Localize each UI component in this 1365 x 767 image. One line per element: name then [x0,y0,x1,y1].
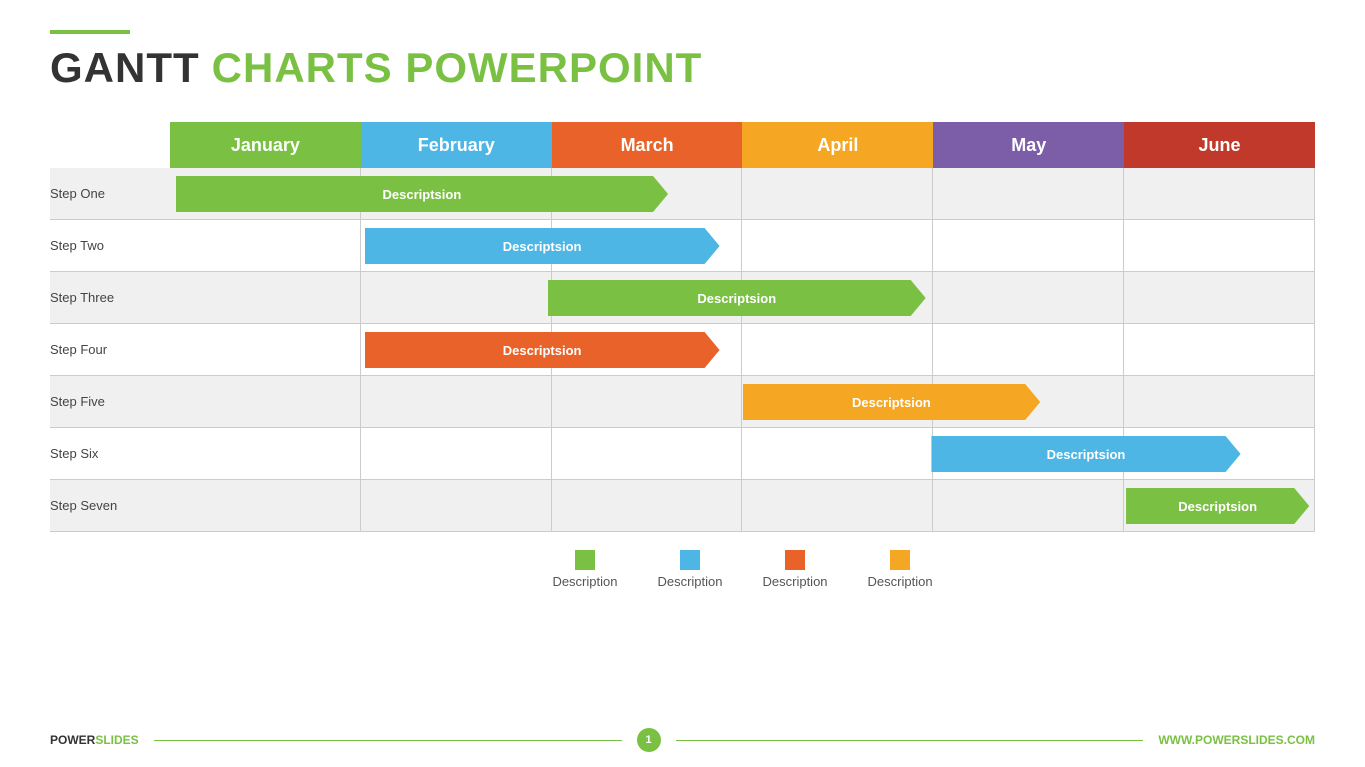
title-rest: CHARTS POWERPOINT [212,44,703,92]
row-5: Descriptsion [170,376,1315,428]
row-6: Descriptsion [170,428,1315,480]
cell-3-6 [1124,272,1315,323]
cell-7-2 [361,480,552,531]
cell-4-1 [170,324,361,375]
legend-color-1 [575,550,595,570]
row-2: Descriptsion [170,220,1315,272]
footer: POWERSLIDES 1 WWW.POWERSLIDES.COM [50,728,1315,752]
cell-4-5 [933,324,1124,375]
step-label-7: Step Seven [50,480,170,532]
cell-2-4 [742,220,933,271]
month-may: May [933,122,1124,168]
title-row: GANTT CHARTS POWERPOINT [50,44,1315,92]
cell-3-1 [170,272,361,323]
title-gantt: GANTT [50,44,200,92]
bar-step-seven: Descriptsion [1126,488,1309,524]
cell-7-5 [933,480,1124,531]
cell-6-2 [361,428,552,479]
row-1: Descriptsion [170,168,1315,220]
cell-6-1 [170,428,361,479]
legend-label-3: Description [763,574,828,589]
legend-label-4: Description [868,574,933,589]
months-row: January February March April May June [170,122,1315,168]
row-3: Descriptsion [170,272,1315,324]
bar-step-three: Descriptsion [548,280,926,316]
page-container: GANTT CHARTS POWERPOINT Step One Step Tw… [0,0,1365,767]
cell-6-4 [742,428,933,479]
legend-item-2: Description [657,550,722,589]
month-april: April [742,122,933,168]
cell-3-5 [933,272,1124,323]
step-label-2: Step Two [50,220,170,272]
cell-3-2 [361,272,552,323]
legend: Description Description Description Desc… [170,550,1315,589]
legend-label-1: Description [552,574,617,589]
footer-line-left [154,740,622,741]
cell-5-3 [552,376,743,427]
footer-power: POWER [50,733,95,747]
bar-step-one: Descriptsion [176,176,668,212]
cell-2-1 [170,220,361,271]
bar-step-six: Descriptsion [931,436,1240,472]
cell-5-6 [1124,376,1315,427]
bar-step-four: Descriptsion [365,332,720,368]
header-accent [50,30,130,34]
month-march: March [552,122,743,168]
cell-7-3 [552,480,743,531]
step-label-4: Step Four [50,324,170,376]
cell-1-4 [742,168,933,219]
step-labels-col: Step One Step Two Step Three Step Four S… [50,122,170,532]
cell-7-4 [742,480,933,531]
cell-6-3 [552,428,743,479]
step-label-5: Step Five [50,376,170,428]
step-label-6: Step Six [50,428,170,480]
cell-1-5 [933,168,1124,219]
bar-step-five: Descriptsion [743,384,1041,420]
month-spacer [50,122,170,168]
footer-branding: POWERSLIDES [50,733,139,747]
cell-2-6 [1124,220,1315,271]
cell-4-6 [1124,324,1315,375]
row-7: Descriptsion [170,480,1315,532]
footer-slides: SLIDES [95,733,138,747]
step-label-1: Step One [50,168,170,220]
month-june: June [1124,122,1315,168]
legend-label-2: Description [657,574,722,589]
cell-1-6 [1124,168,1315,219]
footer-line-right [676,740,1144,741]
step-label-3: Step Three [50,272,170,324]
legend-item-4: Description [868,550,933,589]
chart-area: Step One Step Two Step Three Step Four S… [50,122,1315,532]
bar-step-two: Descriptsion [365,228,720,264]
cell-5-2 [361,376,552,427]
legend-color-2 [680,550,700,570]
cell-7-1 [170,480,361,531]
cell-5-1 [170,376,361,427]
cell-2-5 [933,220,1124,271]
legend-item-1: Description [552,550,617,589]
row-4: Descriptsion [170,324,1315,376]
legend-color-3 [785,550,805,570]
footer-website: WWW.POWERSLIDES.COM [1158,733,1315,747]
grid-area: January February March April May June De… [170,122,1315,532]
month-february: February [361,122,552,168]
month-january: January [170,122,361,168]
footer-badge: 1 [637,728,661,752]
legend-color-4 [890,550,910,570]
cell-4-4 [742,324,933,375]
legend-item-3: Description [763,550,828,589]
